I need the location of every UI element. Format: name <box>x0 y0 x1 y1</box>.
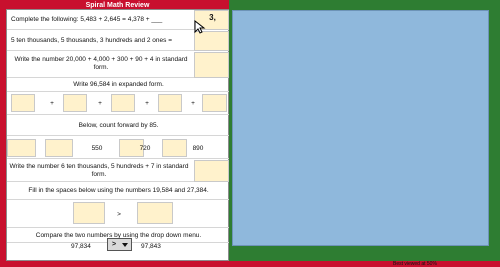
footer-note: Best viewed at 50% <box>393 261 437 267</box>
sequence-input-2[interactable] <box>45 139 73 157</box>
question-5-prompt: Below, count forward by 85. <box>78 122 159 129</box>
question-7-row: Fill in the spaces below using the numbe… <box>7 183 230 200</box>
sequence-value-890: 890 <box>192 145 204 152</box>
compare-input-right[interactable] <box>137 202 173 224</box>
sequence-input-1[interactable] <box>7 139 36 157</box>
compare-left-value: 97,834 <box>71 243 91 250</box>
question-2-prompt: 5 ten thousands, 5 thousands, 3 hundreds… <box>11 37 172 44</box>
plus-sign-4: + <box>191 100 195 107</box>
chevron-down-icon <box>122 243 128 247</box>
question-5-row: Below, count forward by 85. <box>7 116 230 136</box>
expanded-form-input-2[interactable] <box>63 94 87 112</box>
question-6-row: Write the number 6 ten thousands, 5 hund… <box>7 160 230 182</box>
question-7-prompt: Fill in the spaces below using the numbe… <box>28 187 209 194</box>
question-2-answer-input[interactable] <box>194 31 229 51</box>
question-2-row: 5 ten thousands, 5 thousands, 3 hundreds… <box>7 31 230 51</box>
mouse-cursor-icon <box>194 20 206 34</box>
comparison-dropdown-value: > <box>112 241 117 248</box>
drawing-panel <box>232 10 489 246</box>
expanded-form-input-3[interactable] <box>111 94 135 112</box>
question-7-inputs-row: > <box>7 200 230 228</box>
question-3-answer-input[interactable] <box>194 52 229 78</box>
expanded-form-input-5[interactable] <box>202 94 227 112</box>
sequence-value-720: 720 <box>139 145 151 152</box>
question-6-prompt: Write the number 6 ten thousands, 5 hund… <box>9 163 189 178</box>
question-4-inputs-row: + + + + <box>7 92 230 115</box>
compare-right-value: 97,843 <box>141 243 161 250</box>
question-5-sequence-row: 550 720 890 <box>7 137 230 159</box>
question-3-row: Write the number 20,000 + 4,000 + 300 + … <box>7 52 230 78</box>
worksheet: Complete the following: 5,483 + 2,645 = … <box>6 9 230 261</box>
question-1-prompt: Complete the following: 5,483 + 2,645 = … <box>11 16 163 23</box>
question-6-answer-input[interactable] <box>194 160 229 182</box>
question-4-prompt: Write 96,584 in expanded form. <box>73 81 164 88</box>
compare-operator: > <box>117 211 121 218</box>
comparison-dropdown[interactable]: > <box>107 238 132 251</box>
compare-input-left[interactable] <box>73 202 105 224</box>
plus-sign-3: + <box>145 100 149 107</box>
question-3-prompt: Write the number 20,000 + 4,000 + 300 + … <box>14 56 188 71</box>
plus-sign-2: + <box>98 100 102 107</box>
question-4-row: Write 96,584 in expanded form. <box>7 79 230 92</box>
expanded-form-input-1[interactable] <box>11 94 35 112</box>
plus-sign-1: + <box>50 100 54 107</box>
expanded-form-input-4[interactable] <box>158 94 182 112</box>
sequence-value-550: 550 <box>91 145 103 152</box>
